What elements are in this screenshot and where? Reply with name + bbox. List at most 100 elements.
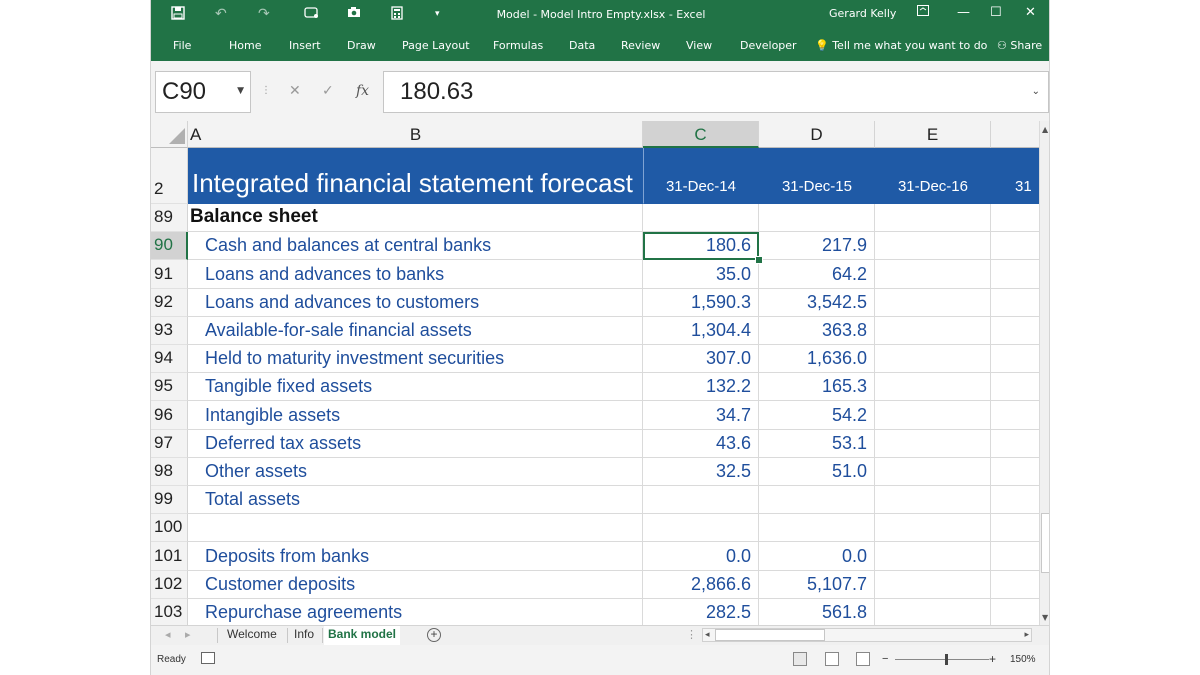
- row-label-cell[interactable]: Cash and balances at central banks: [188, 232, 643, 261]
- empty-cell[interactable]: [875, 542, 991, 571]
- scroll-right-icon[interactable]: ▸: [1024, 629, 1029, 640]
- value-cell-2015[interactable]: [759, 204, 875, 233]
- value-cell-2015[interactable]: 64.2: [759, 260, 875, 289]
- tab-formulas[interactable]: Formulas: [493, 39, 543, 52]
- column-header-a[interactable]: A: [188, 121, 643, 148]
- value-cell-2014[interactable]: 1,590.3: [643, 288, 759, 317]
- value-cell-2014[interactable]: [643, 486, 759, 515]
- empty-cell[interactable]: [991, 430, 1039, 458]
- zoom-out-icon[interactable]: −: [882, 653, 888, 665]
- value-cell-2014[interactable]: 2,866.6: [643, 570, 759, 599]
- row-label-cell[interactable]: Total assets: [188, 486, 643, 515]
- empty-cell[interactable]: [875, 598, 991, 625]
- row-header[interactable]: 94: [151, 345, 188, 374]
- empty-cell[interactable]: [875, 373, 991, 402]
- value-cell-2015[interactable]: 54.2: [759, 401, 875, 430]
- value-cell-2014[interactable]: 307.0: [643, 345, 759, 374]
- empty-cell[interactable]: [875, 486, 991, 515]
- row-header[interactable]: 97: [151, 429, 188, 458]
- formula-input[interactable]: 180.63 ⌄: [383, 71, 1049, 113]
- row-label-cell[interactable]: Other assets: [188, 457, 643, 486]
- value-cell-2014[interactable]: 0.0: [643, 542, 759, 571]
- row-label-cell[interactable]: Loans and advances to customers: [188, 288, 643, 317]
- value-cell-2014[interactable]: 43.6: [643, 429, 759, 458]
- model-title-cell[interactable]: Integrated financial statement forecast: [188, 148, 643, 204]
- empty-cell[interactable]: [875, 204, 991, 233]
- tab-developer[interactable]: Developer: [740, 39, 797, 52]
- empty-cell[interactable]: [875, 232, 991, 261]
- row-header[interactable]: 102: [151, 570, 188, 599]
- tab-file[interactable]: File: [173, 39, 191, 52]
- tell-me-search[interactable]: 💡 Tell me what you want to do: [815, 39, 987, 52]
- row-label-cell[interactable]: Customer deposits: [188, 570, 643, 599]
- empty-cell[interactable]: [875, 288, 991, 317]
- empty-cell[interactable]: [991, 345, 1039, 374]
- row-header[interactable]: 96: [151, 401, 188, 430]
- expand-formula-icon[interactable]: ⌄: [1032, 86, 1040, 97]
- row-header[interactable]: 103: [151, 598, 188, 625]
- empty-cell[interactable]: [875, 429, 991, 458]
- vertical-scrollbar[interactable]: ▲ ▼: [1039, 121, 1049, 625]
- empty-cell[interactable]: [991, 542, 1039, 571]
- row-header[interactable]: 99: [151, 486, 188, 515]
- value-cell-2015[interactable]: 165.3: [759, 373, 875, 402]
- empty-cell[interactable]: [875, 570, 991, 599]
- row-label-cell[interactable]: Deferred tax assets: [188, 429, 643, 458]
- empty-cell[interactable]: [991, 289, 1039, 317]
- date-header-cell[interactable]: 31-Dec-15: [759, 148, 875, 204]
- row-label-cell[interactable]: Held to maturity investment securities: [188, 345, 643, 374]
- row-header[interactable]: 90: [151, 232, 188, 261]
- column-header-d[interactable]: D: [759, 121, 875, 148]
- row-label-cell[interactable]: Repurchase agreements: [188, 598, 643, 625]
- empty-cell[interactable]: [991, 571, 1039, 599]
- empty-cell[interactable]: [991, 232, 1039, 261]
- select-all-corner[interactable]: [151, 121, 188, 148]
- column-header-c[interactable]: C: [643, 121, 759, 148]
- maximize-icon[interactable]: ☐: [990, 5, 1002, 20]
- hscroll-thumb[interactable]: [715, 629, 825, 641]
- row-header[interactable]: 101: [151, 542, 188, 571]
- value-cell-2014[interactable]: [643, 514, 759, 543]
- scroll-down-icon[interactable]: ▼: [1042, 613, 1048, 622]
- empty-cell[interactable]: [991, 401, 1039, 430]
- date-header-cell[interactable]: 31: [991, 148, 1039, 204]
- page-break-view-icon[interactable]: [856, 652, 870, 666]
- empty-cell[interactable]: [991, 458, 1039, 486]
- value-cell-2014[interactable]: 132.2: [643, 373, 759, 402]
- empty-cell[interactable]: [875, 345, 991, 374]
- split-handle-icon[interactable]: ⋮: [686, 628, 697, 641]
- prev-sheet-icon[interactable]: ◂: [165, 628, 171, 641]
- value-cell-2015[interactable]: [759, 514, 875, 543]
- ribbon-display-icon[interactable]: [917, 5, 929, 20]
- row-header[interactable]: 2: [151, 148, 188, 204]
- row-header[interactable]: 100: [151, 514, 188, 543]
- fill-handle[interactable]: [755, 256, 763, 265]
- empty-cell[interactable]: [991, 486, 1039, 515]
- sheet-tab-bank-model[interactable]: Bank model: [324, 626, 401, 647]
- scroll-left-icon[interactable]: ◂: [705, 629, 710, 640]
- value-cell-2015[interactable]: 5,107.7: [759, 570, 875, 599]
- scrollbar-thumb[interactable]: [1041, 513, 1049, 573]
- empty-cell[interactable]: [991, 204, 1039, 233]
- value-cell-2014[interactable]: 282.5: [643, 598, 759, 625]
- empty-cell[interactable]: [875, 514, 991, 543]
- drag-handle-icon[interactable]: ⋮: [261, 85, 271, 96]
- zoom-slider[interactable]: [895, 659, 989, 660]
- zoom-in-icon[interactable]: +: [989, 652, 996, 666]
- value-cell-2015[interactable]: 51.0: [759, 457, 875, 486]
- value-cell-2014[interactable]: [643, 204, 759, 233]
- insert-function-icon[interactable]: fx: [356, 83, 369, 99]
- date-header-cell[interactable]: 31-Dec-16: [875, 148, 991, 204]
- enter-icon[interactable]: ✓: [322, 83, 334, 99]
- user-name[interactable]: Gerard Kelly: [829, 7, 896, 20]
- row-label-cell[interactable]: Intangible assets: [188, 401, 643, 430]
- cancel-icon[interactable]: ✕: [289, 83, 301, 99]
- tab-view[interactable]: View: [686, 39, 712, 52]
- page-layout-view-icon[interactable]: [825, 652, 839, 666]
- empty-cell[interactable]: [875, 457, 991, 486]
- sheet-tab-welcome[interactable]: Welcome: [223, 626, 281, 645]
- empty-cell[interactable]: [875, 401, 991, 430]
- row-label-cell[interactable]: Balance sheet: [188, 204, 643, 233]
- zoom-slider-thumb[interactable]: [945, 654, 948, 665]
- tab-draw[interactable]: Draw: [347, 39, 376, 52]
